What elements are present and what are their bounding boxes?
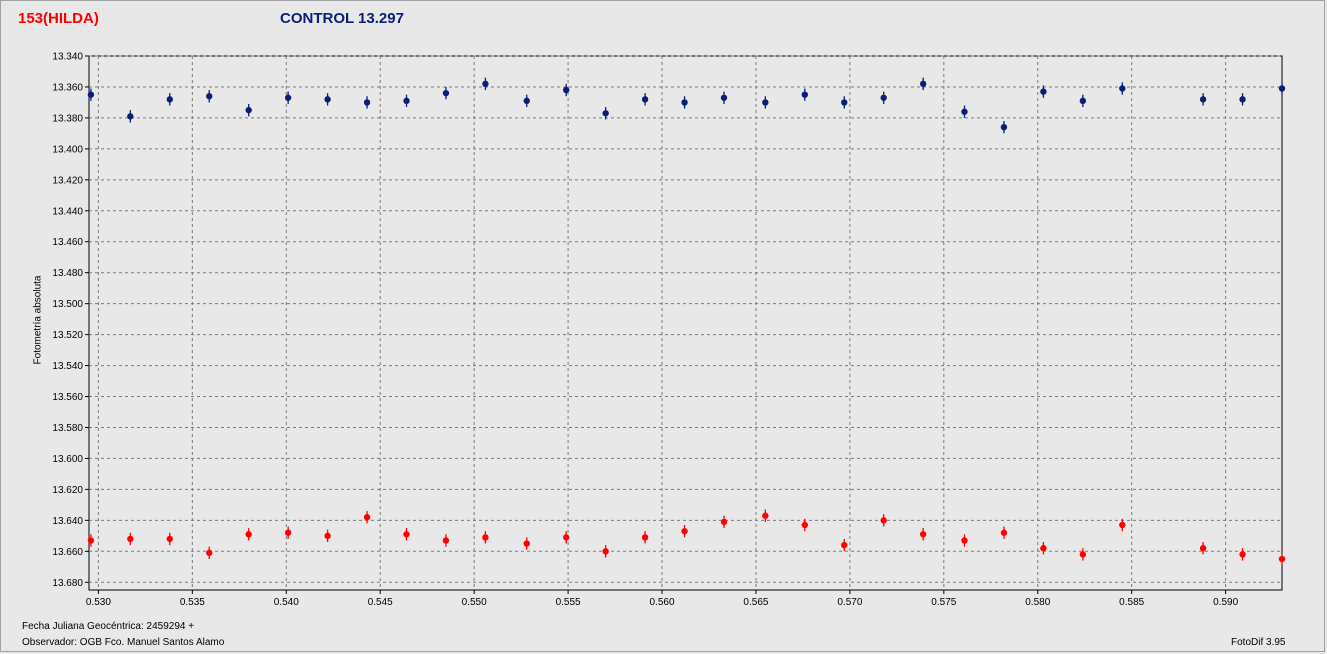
target-data-point [1000, 529, 1008, 536]
y-tick-label: 13.440 [52, 206, 83, 217]
y-tick-label: 13.480 [52, 268, 83, 279]
date-label: Fecha Juliana Geocéntrica: 2459294 + [22, 621, 195, 632]
control-data-point [363, 99, 371, 106]
x-tick-label: 0.530 [86, 597, 111, 608]
plot-area [88, 55, 1283, 591]
control-data-point [482, 80, 489, 88]
y-tick-label: 13.660 [52, 547, 83, 558]
target-data-point [1079, 551, 1087, 558]
y-tick-label: 13.540 [52, 361, 83, 372]
control-data-point [87, 91, 95, 98]
software-label: FotoDif 3.95 [1231, 637, 1286, 648]
control-data-point [324, 96, 331, 103]
control-data-point [442, 89, 450, 97]
target-data-point [602, 548, 609, 555]
x-tick-label: 0.535 [180, 597, 205, 608]
target-data-point [284, 529, 292, 536]
control-data-point [762, 99, 769, 106]
target-data-point [762, 512, 769, 519]
target-data-point [1239, 551, 1246, 558]
x-tick-label: 0.545 [368, 597, 393, 608]
control-data-point [1239, 96, 1246, 103]
target-data-point [801, 521, 808, 529]
control-data-point [602, 110, 609, 117]
target-data-point [523, 540, 530, 547]
target-data-point [206, 549, 213, 557]
y-tick-label: 13.460 [52, 237, 83, 248]
target-data-point [245, 531, 252, 538]
x-tick-label: 0.565 [743, 597, 768, 608]
control-data-point [206, 93, 213, 100]
y-tick-label: 13.580 [52, 423, 83, 434]
y-tick-label: 13.620 [52, 485, 83, 496]
target-data-point [563, 534, 570, 541]
control-data-point [563, 86, 570, 94]
x-tick-label: 0.555 [556, 597, 581, 608]
x-tick-label: 0.585 [1119, 597, 1144, 608]
y-tick-label: 13.400 [52, 144, 83, 155]
target-data-point [1278, 555, 1286, 563]
control-data-point [1079, 97, 1087, 105]
target-data-point [880, 517, 887, 524]
y-tick-label: 13.640 [52, 516, 83, 527]
control-data-point [919, 80, 927, 88]
x-tick-label: 0.575 [931, 597, 956, 608]
target-data-point [641, 534, 649, 541]
target-data-point [166, 535, 173, 543]
y-tick-label: 13.560 [52, 392, 83, 403]
target-data-point [324, 532, 331, 540]
control-data-point [403, 97, 410, 105]
y-tick-label: 13.340 [52, 52, 83, 63]
target-data-point [841, 541, 848, 549]
target-data-point [482, 534, 489, 541]
control-data-point [166, 96, 173, 103]
x-tick-label: 0.540 [274, 597, 299, 608]
control-data-point [1278, 85, 1286, 92]
control-data-point [841, 99, 848, 106]
y-tick-label: 13.360 [52, 82, 83, 93]
x-tick-label: 0.550 [462, 597, 487, 608]
control-data-point [1000, 124, 1008, 131]
target-data-point [1199, 545, 1207, 552]
control-data-point [880, 94, 887, 101]
y-tick-label: 13.380 [52, 113, 83, 124]
x-tick-label: 0.580 [1025, 597, 1050, 608]
target-data-point [442, 537, 450, 544]
y-tick-label: 13.420 [52, 175, 83, 186]
x-tick-label: 0.570 [837, 597, 862, 608]
y-tick-label: 13.600 [52, 454, 83, 465]
control-data-point [1040, 88, 1047, 95]
control-data-point [961, 108, 968, 115]
y-tick-label: 13.500 [52, 299, 83, 310]
observer-label: Observador: OGB Fco. Manuel Santos Alamo [22, 637, 225, 648]
target-data-point [720, 518, 728, 526]
target-data-point [919, 531, 927, 538]
control-data-point [720, 94, 728, 101]
target-data-point [961, 537, 968, 544]
x-tick-label: 0.560 [650, 597, 675, 608]
y-tick-label: 13.680 [52, 578, 83, 589]
control-data-point [245, 106, 252, 114]
control-data-point [801, 91, 808, 98]
control-data-point [127, 113, 134, 120]
target-data-point [1119, 521, 1126, 529]
target-data-point [403, 531, 410, 538]
control-data-point [1119, 85, 1126, 92]
y-tick-label: 13.520 [52, 330, 83, 341]
photometry-chart: 13.340 13.360 13.380 13.400 13.420 13.440 13.4… [52, 52, 1286, 608]
control-data-point [681, 99, 688, 106]
control-data-point [641, 96, 649, 103]
x-tick-label: 0.590 [1213, 597, 1238, 608]
target-data-point [1040, 545, 1047, 552]
control-data-point [523, 97, 530, 105]
target-data-point [363, 514, 371, 521]
target-data-point [681, 527, 688, 535]
target-data-point [87, 537, 95, 544]
target-data-point [127, 535, 134, 543]
control-data-point [1199, 96, 1207, 103]
control-data-point [284, 94, 292, 101]
